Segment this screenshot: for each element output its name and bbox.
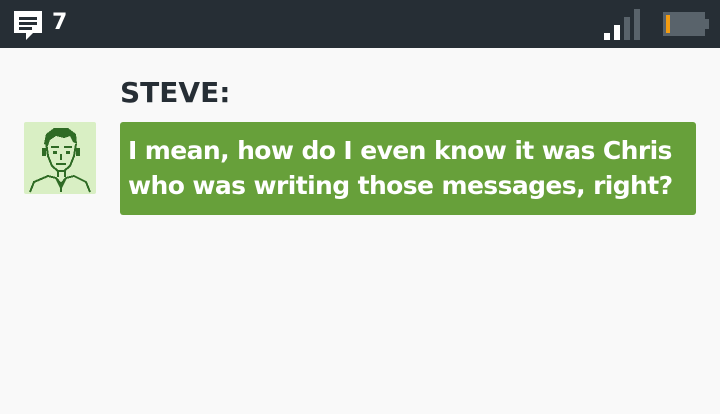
status-bar: 7 bbox=[0, 0, 720, 48]
steve-avatar-icon bbox=[29, 128, 91, 193]
battery-low-icon bbox=[663, 12, 709, 36]
steve-avatar bbox=[24, 122, 96, 194]
chat-bubble-icon[interactable] bbox=[11, 8, 45, 42]
speaker-name: STEVE: bbox=[120, 76, 231, 109]
signal-strength-icon bbox=[604, 9, 640, 40]
dialogue-bubble[interactable]: I mean, how do I even know it was Chris … bbox=[120, 122, 696, 215]
dialogue-text: I mean, how do I even know it was Chris … bbox=[128, 136, 673, 200]
message-count: 7 bbox=[52, 10, 68, 35]
